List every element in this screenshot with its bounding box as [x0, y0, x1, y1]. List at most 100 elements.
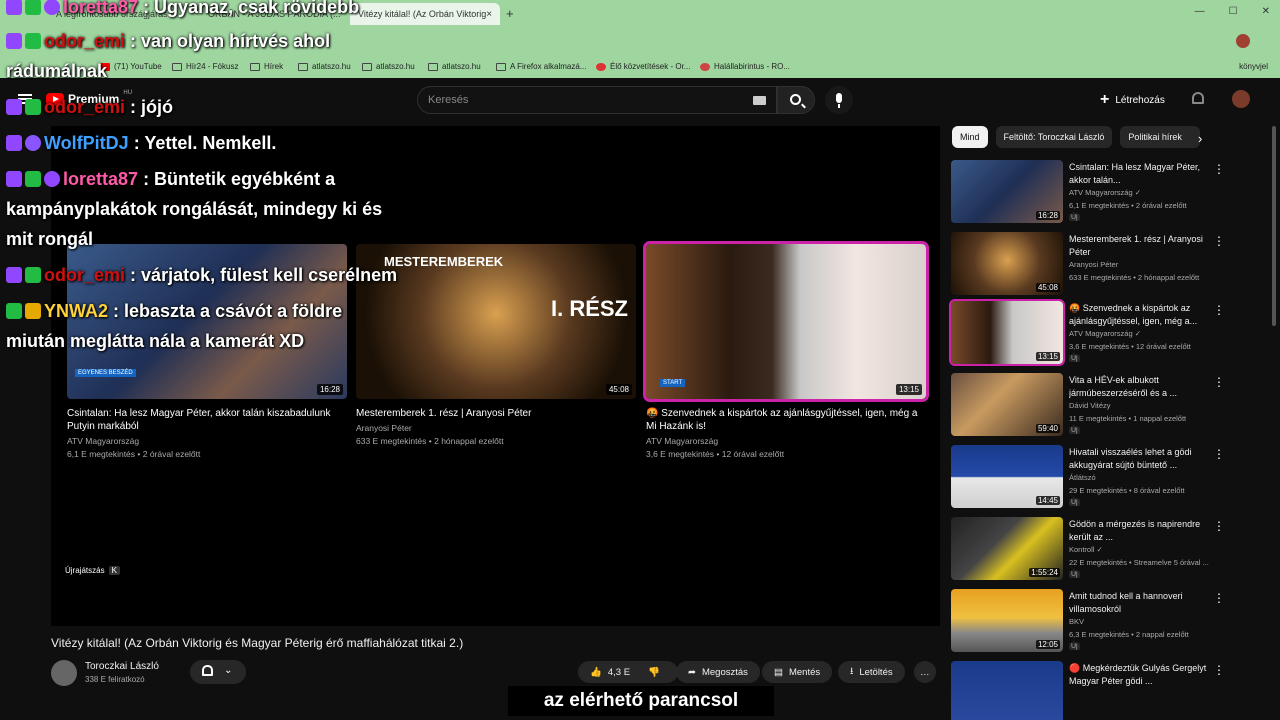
notifications-icon[interactable] — [1192, 92, 1204, 104]
rec-title: Vita a HÉV-ek albukott jármúbeszerzésérő… — [1069, 375, 1178, 398]
endscreen-title[interactable]: 🤬 Szenvednek a kispártok az ajánlásgyűjt… — [646, 407, 926, 433]
chat-username: loretta87 — [63, 169, 139, 189]
endscreen-card[interactable]: MESTEREMBEREK I. RÉSZ 45:08 Mesterembere… — [356, 244, 636, 448]
screen: A legfrontosabb országjárás - ... ORBÁN … — [0, 0, 1280, 720]
browser-tab-active[interactable]: Vitézy kitálal! (Az Orbán Viktorig × — [350, 3, 500, 25]
more-vert-icon[interactable]: ⋮ — [1213, 591, 1225, 605]
thumbs-up-icon[interactable]: 👍 — [590, 667, 602, 678]
new-badge: Új — [1069, 214, 1080, 221]
endscreen-title[interactable]: Mesteremberek 1. rész | Aranyosi Péter — [356, 407, 636, 420]
bookmark-item[interactable]: A Firefox alkalmazá... — [496, 62, 586, 71]
rec-channel: Kontroll ✓ — [1069, 545, 1103, 554]
create-button[interactable]: + Létrehozás — [1100, 90, 1165, 110]
more-vert-icon[interactable]: ⋮ — [1213, 162, 1225, 176]
endscreen-meta: 3,6 E megtekintés • 12 órával ezelőtt — [646, 449, 785, 459]
account-avatar[interactable] — [1232, 90, 1250, 108]
rec-channel: ATV Magyarország ✓ — [1069, 188, 1142, 197]
maximize-button[interactable]: ☐ — [1229, 6, 1238, 17]
voice-search-button[interactable] — [825, 86, 853, 114]
bookmark-item[interactable]: (71) YouTube — [100, 62, 162, 71]
chat-message: loretta87 : Büntetik egyébként a — [6, 164, 335, 194]
chevron-right-icon[interactable]: › — [1198, 131, 1202, 146]
rec-title: Mesteremberek 1. rész | Aranyosi Péter — [1069, 234, 1203, 257]
check-badge-icon — [25, 99, 41, 115]
search-input[interactable] — [418, 87, 776, 113]
recommendation-item[interactable]: 16:28 Csintalan: Ha lesz Magyar Péter, a… — [951, 160, 1231, 224]
more-vert-icon[interactable]: ⋮ — [1213, 663, 1225, 677]
recommendation-item[interactable]: 🔴 Megkérdeztük Gulyás Gergelyt Magyar Pé… — [951, 661, 1231, 720]
subscribed-bell-button[interactable]: ⌄ — [190, 660, 246, 684]
chip-all[interactable]: Mind — [952, 126, 988, 148]
rec-channel: ATV Magyarország ✓ — [1069, 329, 1142, 338]
more-vert-icon[interactable]: ⋮ — [1213, 375, 1225, 389]
more-vert-icon[interactable]: ⋮ — [1213, 519, 1225, 533]
chip-politics[interactable]: Politikai hírek — [1120, 126, 1201, 148]
bookmarks-overflow[interactable]: könyvjel — [1239, 62, 1268, 71]
star-badge-icon — [44, 0, 60, 15]
endscreen-channel[interactable]: ATV Magyarország — [646, 435, 926, 448]
channel-avatar[interactable] — [51, 660, 77, 686]
rec-thumbnail: 16:28 — [951, 160, 1063, 223]
minimize-button[interactable]: — — [1195, 6, 1205, 17]
recommendation-item[interactable]: 12:05 Amit tudnod kell a hannoveri villa… — [951, 589, 1231, 653]
filter-chips: Mind Feltöltő: Toroczkai László Politika… — [952, 126, 1201, 148]
thumbs-down-icon[interactable]: 👎 — [648, 667, 660, 678]
keyboard-icon[interactable] — [753, 96, 766, 105]
replay-hint[interactable]: Újrajátszás K — [65, 566, 120, 575]
bookmark-item[interactable]: atlatszo.hu — [362, 62, 415, 71]
recommendation-item[interactable]: 13:15 🤬 Szenvednek a kispártok az ajánlá… — [949, 299, 1231, 366]
close-tab-icon[interactable]: × — [486, 9, 492, 20]
like-dislike-group: 👍 4,3 E 👎 — [578, 661, 678, 683]
like-count[interactable]: 4,3 E — [608, 667, 630, 678]
endscreen-channel[interactable]: ATV Magyarország — [67, 435, 347, 448]
chat-text: miután meglátta nála a kamerát XD — [6, 331, 305, 351]
recommendation-item[interactable]: 59:40 Vita a HÉV-ek albukott jármúbeszer… — [951, 373, 1231, 437]
more-actions-button[interactable]: … — [914, 661, 936, 683]
chat-username: odor_emi — [44, 265, 126, 285]
download-button[interactable]: ⭳ Letöltés — [838, 661, 905, 683]
bookmark-item[interactable]: atlatszo.hu — [298, 62, 351, 71]
profile-avatar[interactable] — [1236, 34, 1250, 48]
endscreen-title[interactable]: Csintalan: Ha lesz Magyar Péter, akkor t… — [67, 407, 347, 433]
bookmark-item[interactable]: atlatszo.hu — [428, 62, 481, 71]
k-badge-icon — [6, 303, 22, 319]
recommendation-item[interactable]: 14:45 Hivatali visszaélés lehet a gödi a… — [951, 445, 1231, 509]
bookmark-item[interactable]: Hír24 - Fókusz — [172, 62, 238, 71]
more-vert-icon[interactable]: ⋮ — [1213, 447, 1225, 461]
more-vert-icon[interactable]: ⋮ — [1213, 234, 1225, 248]
share-button[interactable]: ➦ Megosztás — [676, 661, 760, 683]
share-icon: ➦ — [688, 666, 696, 678]
rec-meta: 6,1 E megtekintés • 2 órával ezelőtt — [1069, 201, 1187, 210]
endscreen-channel[interactable]: Aranyosi Péter — [356, 422, 636, 435]
chip-uploader[interactable]: Feltöltő: Toroczkai László — [995, 126, 1113, 148]
rec-thumbnail: 45:08 — [951, 232, 1063, 295]
recommendation-item[interactable]: 1:55:24 Gödön a mérgezés is napirendre k… — [951, 517, 1231, 581]
sidebar-scrollbar[interactable] — [1272, 126, 1276, 326]
bookmark-item[interactable]: Élő közvetítések - Or... — [596, 62, 690, 71]
more-vert-icon[interactable]: ⋮ — [1213, 303, 1225, 317]
chat-message: WolfPitDJ : Yettel. Nemkell. — [6, 128, 276, 158]
star-badge-icon — [44, 171, 60, 187]
rec-channel: BKV — [1069, 617, 1085, 626]
chat-text: : jójó — [130, 97, 174, 117]
folder-icon — [172, 62, 182, 71]
search-button[interactable] — [777, 86, 815, 114]
save-button[interactable]: ▤ Mentés — [762, 661, 833, 683]
new-tab-button[interactable]: + — [506, 6, 514, 21]
recommendation-item[interactable]: 45:08 Mesteremberek 1. rész | Aranyosi P… — [951, 232, 1231, 296]
check-badge-icon — [25, 171, 41, 187]
endscreen-card[interactable]: START 13:15 🤬 Szenvednek a kispártok az … — [643, 241, 929, 461]
close-window-button[interactable]: ✕ — [1262, 6, 1270, 17]
rec-meta: 633 E megtekintés • 2 hónappal ezelőtt — [1069, 273, 1200, 282]
check-badge-icon — [25, 267, 41, 283]
rec-meta: 11 E megtekintés • 1 nappal ezelőtt — [1069, 414, 1187, 423]
rec-thumbnail: 12:05 — [951, 589, 1063, 652]
bookmark-item[interactable]: Hírek — [250, 62, 283, 71]
chat-message: YNWA2 : lebaszta a csávót a földre — [6, 296, 342, 326]
rec-title: Hivatali visszaélés lehet a gödi akkugyá… — [1069, 447, 1192, 470]
channel-name[interactable]: Toroczkai László — [85, 661, 159, 672]
folder-icon — [428, 62, 438, 71]
folder-icon — [298, 62, 308, 71]
bookmarks-bar: (71) YouTube Hír24 - Fókusz Hírek atlats… — [0, 56, 1280, 78]
bookmark-item[interactable]: Halállabirintus - RO... — [700, 62, 790, 71]
